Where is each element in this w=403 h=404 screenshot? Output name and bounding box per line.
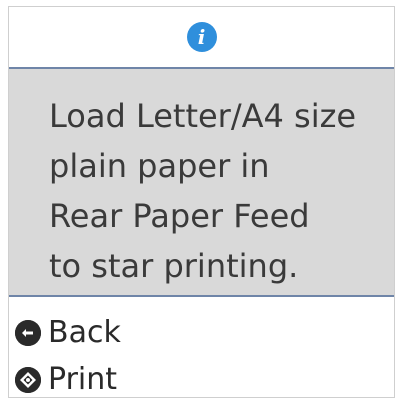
back-label: Back [48, 315, 121, 350]
message-line: plain paper in [49, 147, 270, 185]
info-icon: i [186, 22, 217, 52]
info-header: i [9, 7, 394, 67]
printer-lcd-screen: i Load Letter/A4 size plain paper in Rea… [8, 6, 395, 398]
bottom-divider [9, 295, 394, 297]
print-label: Print [48, 362, 118, 397]
message-line: to star printing. [49, 247, 299, 285]
back-action[interactable]: Back [15, 313, 121, 353]
message-line: Rear Paper Feed [49, 197, 310, 235]
back-button-icon [15, 320, 41, 346]
info-icon-glyph: i [197, 25, 206, 49]
message-line: Load Letter/A4 size [49, 97, 357, 135]
message-panel: Load Letter/A4 size plain paper in Rear … [9, 69, 394, 295]
start-button-icon [15, 367, 41, 393]
print-action[interactable]: Print [15, 360, 117, 400]
